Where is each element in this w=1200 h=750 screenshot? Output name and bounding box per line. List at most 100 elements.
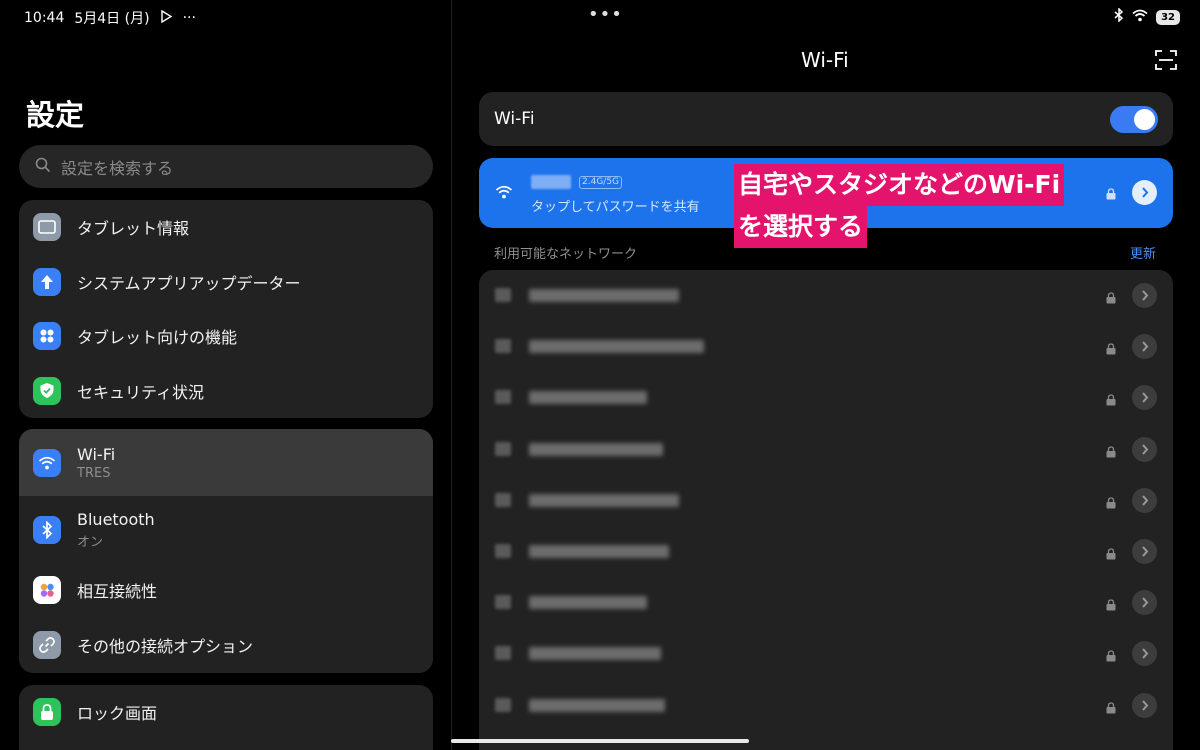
toggle-knob bbox=[1134, 109, 1155, 130]
chevron-right-icon bbox=[1141, 443, 1148, 455]
settings-title: 設定 bbox=[26, 98, 85, 132]
link-icon bbox=[33, 630, 61, 659]
network-row[interactable] bbox=[479, 475, 1173, 526]
available-networks-list bbox=[479, 270, 1173, 750]
window-dots[interactable]: ••• bbox=[588, 4, 623, 25]
lock-icon bbox=[33, 698, 61, 727]
sidebar-item-other-connections[interactable]: その他の接続オプション bbox=[19, 618, 433, 673]
annotation-line-1: 自宅やスタジオなどのWi-Fi bbox=[734, 164, 1065, 206]
sidebar-item-wifi[interactable]: Wi-Fi TRES bbox=[19, 429, 433, 496]
network-name-redacted bbox=[529, 442, 663, 456]
play-icon bbox=[160, 9, 173, 27]
chevron-right-icon bbox=[1141, 290, 1148, 301]
annotation-line-2: を選択する bbox=[734, 206, 868, 248]
settings-group-device: タブレット情報 システムアプリアップデーター タブレット向けの機能 セキュリティ… bbox=[19, 200, 433, 418]
sidebar-item-label: Bluetooth bbox=[77, 509, 155, 529]
network-row[interactable] bbox=[479, 680, 1173, 731]
network-row[interactable] bbox=[479, 577, 1173, 628]
wifi-toggle-row[interactable]: Wi-Fi bbox=[479, 92, 1173, 146]
network-name-redacted bbox=[529, 545, 669, 558]
lock-icon bbox=[1106, 494, 1116, 513]
network-details-button[interactable] bbox=[1132, 590, 1157, 616]
chevron-right-icon bbox=[1141, 546, 1148, 557]
wifi-signal-icon bbox=[495, 697, 511, 712]
wifi-toggle-switch[interactable] bbox=[1110, 106, 1158, 133]
wifi-signal-icon bbox=[495, 492, 511, 507]
chevron-right-icon bbox=[1141, 187, 1148, 198]
network-name-redacted bbox=[529, 391, 647, 405]
network-details-button[interactable] bbox=[1132, 539, 1157, 564]
sidebar-item-tablet-info[interactable]: タブレット情報 bbox=[19, 200, 433, 255]
sidebar-item-interconnectivity[interactable]: 相互接続性 bbox=[19, 563, 433, 618]
wifi-signal-icon bbox=[495, 595, 511, 610]
network-details-button[interactable] bbox=[1132, 641, 1157, 667]
network-row[interactable] bbox=[479, 526, 1173, 577]
network-row[interactable] bbox=[479, 270, 1173, 321]
status-bar-right: 32 bbox=[1114, 7, 1180, 26]
share-password-hint: タップしてパスワードを共有 bbox=[531, 200, 700, 215]
status-time: 10:44 bbox=[24, 10, 65, 26]
interconnect-icon bbox=[33, 576, 61, 605]
bluetooth-status-icon bbox=[1114, 7, 1124, 26]
network-name-redacted bbox=[529, 647, 661, 661]
annotation-callout: 自宅やスタジオなどのWi-Fi を選択する bbox=[734, 164, 1065, 248]
wifi-signal-icon bbox=[495, 390, 511, 405]
grid-dots-icon bbox=[33, 322, 61, 351]
sidebar-item-label: その他の接続オプション bbox=[77, 636, 254, 656]
available-networks-header: 利用可能なネットワーク bbox=[494, 247, 638, 262]
sidebar-item-label: タブレット情報 bbox=[77, 219, 190, 239]
network-details-button[interactable] bbox=[1132, 334, 1157, 360]
lock-icon bbox=[1106, 545, 1116, 564]
status-more: ··· bbox=[182, 10, 196, 26]
wifi-toggle-label: Wi-Fi bbox=[494, 109, 535, 129]
chevron-right-icon bbox=[1141, 392, 1148, 404]
network-row[interactable] bbox=[479, 372, 1173, 423]
lock-icon bbox=[1106, 443, 1116, 462]
network-row[interactable] bbox=[479, 628, 1173, 679]
sidebar-item-tablet-features[interactable]: タブレット向けの機能 bbox=[19, 309, 433, 364]
network-name-redacted bbox=[529, 340, 704, 354]
arrow-up-icon bbox=[33, 267, 61, 296]
wifi-signal-icon bbox=[495, 288, 511, 302]
lock-icon bbox=[1106, 340, 1116, 359]
network-details-button[interactable] bbox=[1132, 385, 1157, 411]
lock-icon bbox=[1106, 699, 1116, 718]
qr-scan-icon[interactable] bbox=[1155, 50, 1177, 74]
shield-check-icon bbox=[33, 376, 61, 405]
network-details-button[interactable] bbox=[1132, 436, 1157, 462]
wifi-icon bbox=[33, 448, 61, 477]
wifi-status-icon bbox=[1132, 9, 1148, 26]
wifi-signal-icon bbox=[495, 441, 511, 456]
chevron-right-icon bbox=[1141, 597, 1148, 608]
sidebar-item-label: システムアプリアップデーター bbox=[77, 273, 301, 293]
network-row[interactable] bbox=[479, 321, 1173, 372]
status-date: 5月4日 (月) bbox=[74, 11, 150, 27]
search-placeholder: 設定を検索する bbox=[61, 158, 174, 178]
battery-indicator: 32 bbox=[1156, 9, 1180, 25]
network-row[interactable] bbox=[479, 424, 1173, 475]
network-details-button[interactable] bbox=[1132, 692, 1157, 718]
sidebar-item-system-app-updater[interactable]: システムアプリアップデーター bbox=[19, 255, 433, 310]
lock-icon bbox=[1106, 596, 1116, 615]
network-details-button[interactable] bbox=[1132, 180, 1157, 205]
page-title: Wi-Fi bbox=[801, 48, 849, 72]
chevron-right-icon bbox=[1141, 495, 1148, 506]
network-name-redacted bbox=[529, 289, 679, 302]
settings-group-connections: Wi-Fi TRES Bluetooth オン 相互接続性 その他の接続オプショ… bbox=[19, 429, 433, 673]
lock-icon bbox=[1106, 185, 1116, 204]
tablet-icon bbox=[33, 213, 61, 242]
search-icon bbox=[35, 157, 51, 177]
network-details-button[interactable] bbox=[1132, 487, 1157, 513]
sidebar-item-lock-screen[interactable]: ロック画面 bbox=[19, 685, 433, 740]
home-indicator bbox=[451, 739, 749, 743]
settings-search[interactable]: 設定を検索する bbox=[19, 145, 433, 188]
refresh-button[interactable]: 更新 bbox=[1130, 243, 1156, 262]
network-name-redacted bbox=[529, 493, 679, 507]
sidebar-item-security-status[interactable]: セキュリティ状況 bbox=[19, 364, 433, 419]
lock-icon bbox=[1106, 647, 1116, 666]
sidebar-item-bluetooth[interactable]: Bluetooth オン bbox=[19, 496, 433, 563]
sidebar-item-sublabel: TRES bbox=[77, 465, 111, 481]
band-badge: 2.4G/5G bbox=[579, 176, 623, 189]
settings-group-display: ロック画面 bbox=[19, 685, 433, 750]
network-details-button[interactable] bbox=[1132, 283, 1157, 308]
